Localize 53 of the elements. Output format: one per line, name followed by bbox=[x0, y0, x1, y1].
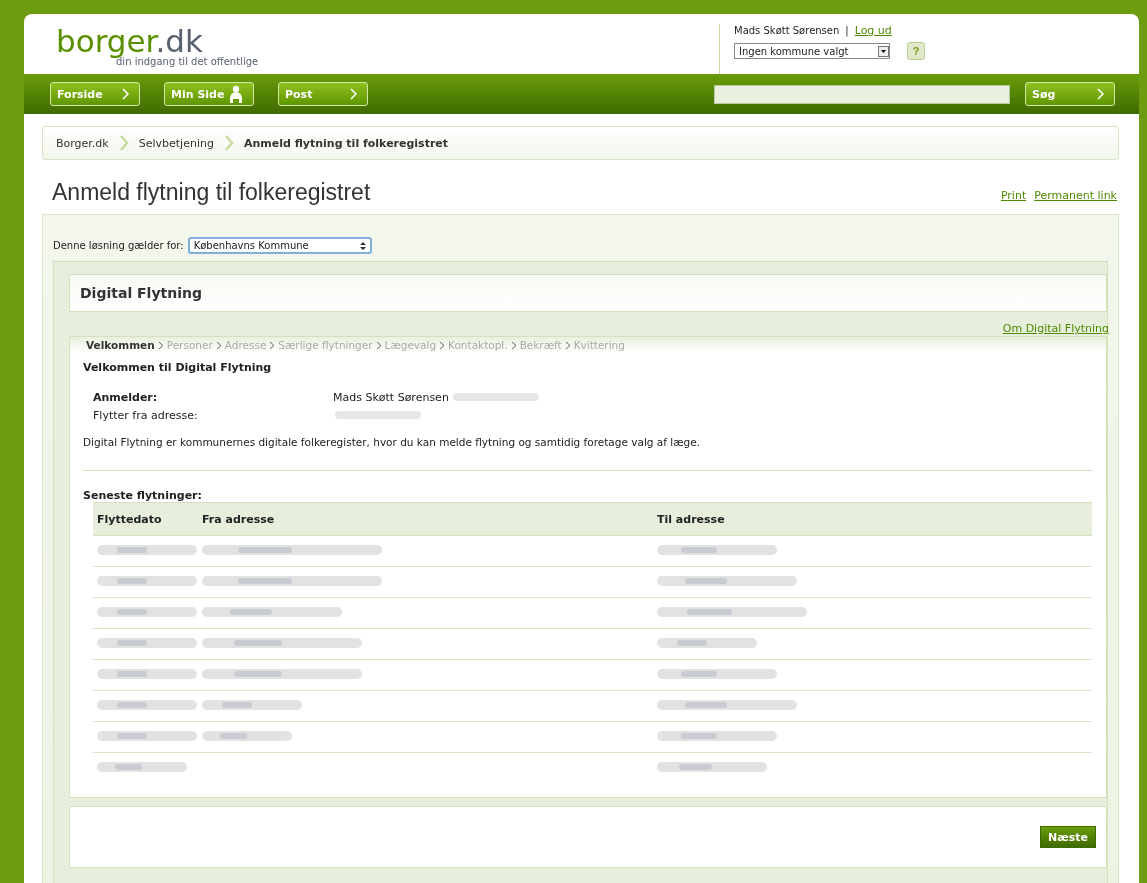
help-button[interactable]: ? bbox=[907, 42, 925, 60]
wizard-step: Velkommen bbox=[86, 339, 155, 351]
breadcrumb-link[interactable]: Selvbetjening bbox=[138, 136, 214, 150]
chevron-icon bbox=[157, 340, 164, 350]
search-button[interactable]: Søg bbox=[1025, 82, 1115, 106]
wizard-step: Adresse bbox=[224, 339, 267, 351]
field-label: Anmelder: bbox=[93, 390, 159, 404]
nav-button[interactable]: Forside bbox=[50, 82, 140, 106]
wizard-step: Kvittering bbox=[573, 339, 625, 351]
separator: | bbox=[845, 25, 849, 36]
person-icon bbox=[229, 85, 243, 103]
field-value: Mads Skøtt Sørensen bbox=[333, 390, 449, 404]
chevron-icon bbox=[439, 340, 446, 350]
moves-title: Seneste flytninger: bbox=[83, 489, 203, 502]
breadcrumb-link[interactable]: Borger.dk bbox=[56, 136, 109, 150]
nav-button[interactable]: Min Side bbox=[164, 82, 254, 106]
section-heading: Velkommen til Digital Flytning bbox=[83, 361, 273, 374]
select-arrows-icon bbox=[359, 240, 366, 251]
breadcrumb-link[interactable]: Anmeld flytning til folkeregistret bbox=[243, 136, 449, 150]
chevron-icon bbox=[269, 340, 276, 350]
wizard-step: Lægevalg bbox=[384, 339, 437, 351]
wizard-step: Personer bbox=[166, 339, 213, 351]
wizard-step: Bekræft bbox=[519, 339, 562, 351]
user-name: Mads Skøtt Sørensen bbox=[734, 25, 840, 36]
chevron-icon bbox=[375, 340, 382, 350]
column-header: Til adresse bbox=[653, 502, 1092, 536]
wizard-step: Særlige flytninger bbox=[278, 339, 373, 351]
app-title: Digital Flytning bbox=[69, 274, 1107, 312]
page-link[interactable]: Print bbox=[1000, 189, 1027, 202]
page-title: Anmeld flytning til folkeregistret bbox=[52, 178, 371, 206]
search-field[interactable] bbox=[714, 84, 1010, 104]
intro-text: Digital Flytning er kommunernes digitale folkeregister, hvor du kan melde flytning og samtidig foretage valg af læge. bbox=[83, 436, 701, 448]
chevron-icon bbox=[1096, 88, 1104, 100]
field-label: Flytter fra adresse: bbox=[93, 408, 199, 422]
chevron-icon bbox=[215, 340, 222, 350]
chevron-icon bbox=[564, 340, 571, 350]
municipality-select[interactable]: Ingen kommune valgt bbox=[734, 43, 890, 59]
page-link[interactable]: Permanent link bbox=[1034, 189, 1117, 202]
about-link[interactable]: Om Digital Flytning bbox=[1002, 322, 1109, 336]
logout-link[interactable]: Log ud bbox=[854, 24, 892, 37]
wizard-step: Kontaktopl. bbox=[448, 339, 508, 351]
solution-label: Denne løsning gælder for: bbox=[53, 240, 184, 251]
nav-button[interactable]: Post bbox=[278, 82, 368, 106]
chevron-icon bbox=[118, 135, 129, 151]
chevron-icon bbox=[223, 135, 234, 151]
chevron-icon bbox=[121, 88, 129, 100]
column-header: Fra adresse bbox=[198, 502, 653, 536]
chevron-icon bbox=[510, 340, 517, 350]
municipality-select[interactable]: Københavns Kommune bbox=[187, 237, 372, 254]
column-header: Flyttedato bbox=[93, 502, 198, 536]
borger-logo[interactable]: borger.dk din indgang til det offentlige bbox=[24, 14, 259, 74]
chevron-icon bbox=[349, 88, 357, 100]
next-button[interactable]: Næste bbox=[1040, 826, 1096, 848]
